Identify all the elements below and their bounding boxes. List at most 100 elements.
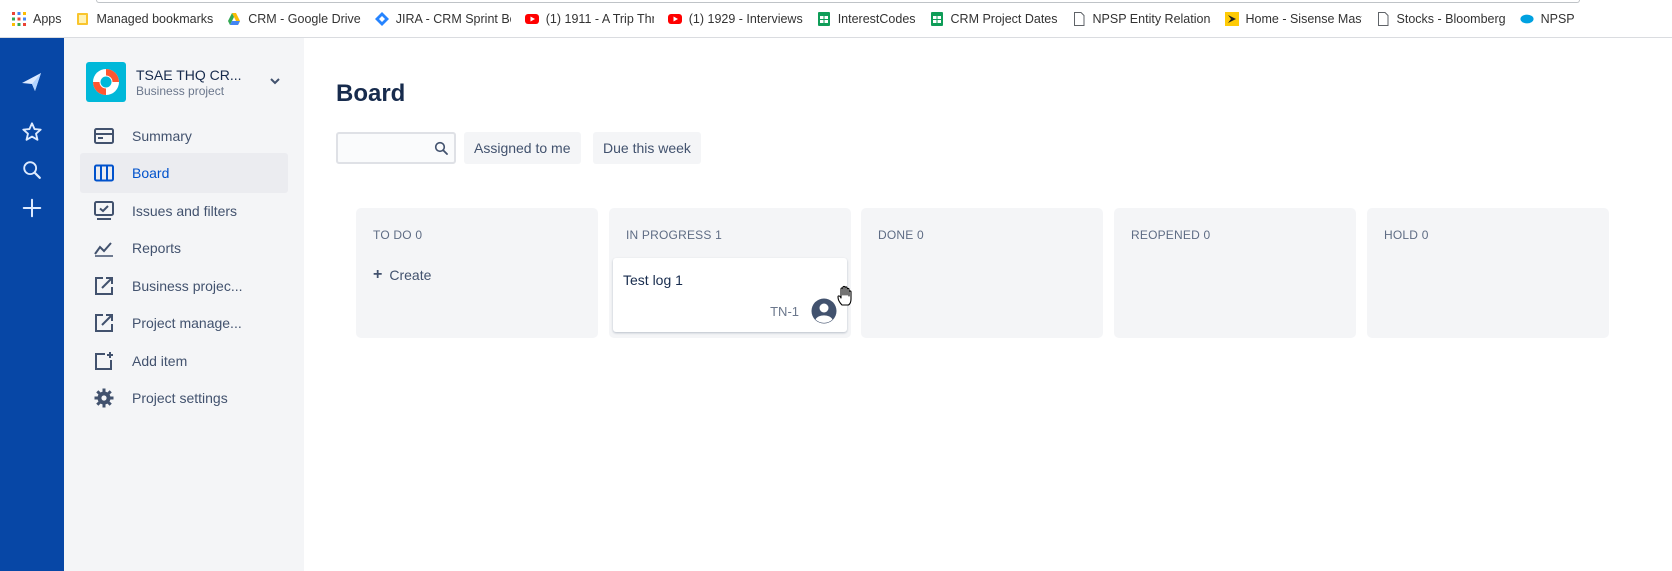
- sidebar-item-project-settings[interactable]: Project settings: [80, 378, 288, 418]
- column-header: IN PROGRESS 1: [626, 228, 722, 242]
- reports-icon: [92, 236, 116, 260]
- global-nav: [0, 38, 64, 571]
- summary-icon: [92, 124, 116, 148]
- sidebar-item-label: Project settings: [132, 390, 228, 406]
- sidebar-item-business-project[interactable]: Business projec...: [80, 266, 288, 306]
- bookmark-sisense[interactable]: Home - Sisense Mast: [1224, 0, 1362, 38]
- bookmark-youtube-1929[interactable]: (1) 1929 - Interviews: [667, 0, 803, 38]
- bookmark-label: CRM Project Dates: [950, 11, 1058, 26]
- sidebar-item-label: Add item: [132, 353, 188, 369]
- column-title: DONE: [878, 228, 914, 242]
- plus-icon: +: [373, 266, 383, 283]
- bookmark-apps[interactable]: Apps: [12, 0, 62, 38]
- sidebar-item-label: Business projec...: [132, 278, 243, 294]
- sisense-icon: [1224, 11, 1239, 26]
- board-column-hold: HOLD 0: [1367, 208, 1609, 338]
- search-icon[interactable]: [20, 158, 44, 182]
- bookmark-bloomberg[interactable]: Stocks - Bloomberg: [1376, 0, 1506, 38]
- sidebar-item-reports[interactable]: Reports: [80, 228, 288, 268]
- project-header[interactable]: TSAE THQ CR... Business project: [86, 62, 286, 102]
- salesforce-icon: [1520, 12, 1534, 26]
- column-header: HOLD 0: [1384, 228, 1429, 242]
- youtube-icon: [667, 12, 682, 26]
- sidebar-item-add-item[interactable]: Add item: [80, 341, 288, 381]
- search-icon: [434, 141, 448, 155]
- lifebuoy-icon: [93, 69, 119, 95]
- bookmark-label: NPSP: [1540, 11, 1575, 26]
- board-main: Board Assigned to me Due this week TO DO…: [304, 38, 1672, 571]
- bookmark-interestcodes[interactable]: InterestCodes: [817, 0, 916, 38]
- column-header: TO DO 0: [373, 228, 422, 242]
- hand-cursor-icon: [836, 285, 856, 307]
- create-label: Create: [389, 267, 432, 283]
- sidebar-item-label: Project manage...: [132, 315, 242, 331]
- column-title: HOLD: [1384, 228, 1419, 242]
- bookmark-npsp-entity[interactable]: NPSP Entity Relations: [1072, 0, 1211, 38]
- external-link-icon: [92, 311, 116, 335]
- google-drive-icon: [227, 12, 241, 26]
- bookmark-label: JIRA - CRM Sprint Bo: [395, 11, 511, 26]
- folder-icon: [76, 12, 90, 26]
- project-name: TSAE THQ CR...: [136, 66, 242, 83]
- sidebar-item-issues[interactable]: Issues and filters: [80, 191, 288, 231]
- apps-grid-icon: [12, 11, 26, 26]
- filter-due-this-week[interactable]: Due this week: [593, 132, 701, 164]
- sidebar-item-label: Issues and filters: [132, 203, 238, 219]
- page-icon: [1072, 11, 1086, 26]
- assignee-avatar-icon[interactable]: [811, 298, 837, 324]
- sidebar-item-label: Board: [132, 165, 170, 181]
- youtube-icon: [524, 12, 539, 26]
- project-type: Business project: [136, 83, 225, 98]
- bookmark-label: (1) 1911 - A Trip Thro: [545, 11, 654, 26]
- bookmark-youtube-1911[interactable]: (1) 1911 - A Trip Thro: [524, 0, 654, 38]
- bookmark-label: Managed bookmarks: [96, 11, 214, 26]
- issues-icon: [92, 199, 116, 223]
- bookmark-jira[interactable]: JIRA - CRM Sprint Bo: [374, 0, 511, 38]
- column-header: DONE 0: [878, 228, 924, 242]
- column-count: 1: [715, 228, 722, 242]
- star-icon[interactable]: [20, 120, 44, 144]
- address-bar-edge: [96, 0, 1580, 3]
- bookmark-label: Home - Sisense Mast: [1245, 11, 1362, 26]
- column-count: 0: [917, 228, 924, 242]
- issue-title: Test log 1: [623, 272, 683, 288]
- gear-icon: [92, 386, 116, 410]
- board-search[interactable]: [336, 132, 456, 164]
- board-column-todo: TO DO 0 + Create: [356, 208, 598, 338]
- issue-key[interactable]: TN-1: [770, 304, 799, 319]
- bookmark-label: NPSP Entity Relations: [1092, 11, 1211, 26]
- sheets-icon: [930, 11, 944, 26]
- jira-logo-icon[interactable]: [20, 70, 44, 94]
- bookmark-label: (1) 1929 - Interviews: [688, 11, 803, 26]
- page-title: Board: [336, 80, 406, 107]
- create-issue-button[interactable]: + Create: [373, 266, 431, 284]
- column-count: 0: [1421, 228, 1429, 242]
- filter-assigned-to-me[interactable]: Assigned to me: [464, 132, 581, 164]
- column-count: 0: [415, 228, 423, 242]
- create-plus-icon[interactable]: [20, 196, 44, 220]
- bookmark-managed[interactable]: Managed bookmarks: [76, 0, 214, 38]
- board-icon: [92, 161, 116, 185]
- issue-card[interactable]: Test log 1 TN-1: [613, 258, 847, 332]
- external-link-icon: [92, 274, 116, 298]
- bookmark-label: InterestCodes: [837, 11, 916, 26]
- add-item-icon: [92, 349, 116, 373]
- column-title: IN PROGRESS: [626, 228, 712, 242]
- sheets-icon: [817, 11, 831, 26]
- project-avatar: [86, 62, 126, 102]
- bookmark-label: Stocks - Bloomberg: [1396, 11, 1506, 26]
- bookmark-crm-project-dates[interactable]: CRM Project Dates: [930, 0, 1058, 38]
- search-input[interactable]: [338, 134, 428, 162]
- project-sidebar: TSAE THQ CR... Business project Summary …: [64, 38, 304, 571]
- sidebar-item-label: Summary: [132, 128, 192, 144]
- bookmark-npsp[interactable]: NPSP: [1520, 0, 1575, 38]
- column-header: REOPENED 0: [1131, 228, 1210, 242]
- sidebar-item-project-manage[interactable]: Project manage...: [80, 303, 288, 343]
- sidebar-item-summary[interactable]: Summary: [80, 116, 288, 156]
- bookmark-label: CRM - Google Drive: [248, 11, 361, 26]
- sidebar-item-board[interactable]: Board: [80, 153, 288, 193]
- sidebar-item-label: Reports: [132, 240, 182, 256]
- chevron-down-icon[interactable]: [268, 74, 282, 88]
- bookmark-google-drive[interactable]: CRM - Google Drive: [227, 0, 361, 38]
- board-column-done: DONE 0: [861, 208, 1103, 338]
